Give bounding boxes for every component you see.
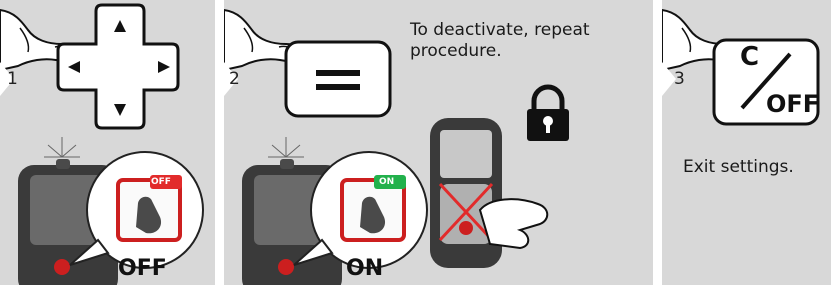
step-3-instruction: Exit settings. (683, 157, 794, 177)
step-2-state-label: ON (346, 256, 384, 281)
laser-device-icon (18, 137, 204, 285)
laser-device-icon (242, 137, 428, 285)
clear-key-label: C (740, 42, 760, 72)
lock-icon (527, 84, 569, 141)
step-2-instruction: To deactivate, repeat procedure. (410, 20, 590, 61)
step-3-panel: C OFF 3 Exit settings. (662, 0, 831, 285)
step-1-state-label: OFF (118, 256, 167, 281)
off-key-label: OFF (766, 90, 820, 118)
step-3-number: 3 (674, 69, 685, 89)
step-1-number: 1 (7, 69, 18, 89)
navigation-pad-icon[interactable] (40, 2, 180, 132)
equals-key-icon[interactable] (284, 40, 394, 120)
step-1-panel: 1 OFF OFF (0, 0, 215, 285)
step-2-panel: 2 To deactivate, repeat procedure. ON ON (224, 0, 653, 285)
step-1-badge-text: OFF (151, 177, 171, 187)
step-2-number: 2 (229, 69, 240, 89)
step-2-badge-text: ON (379, 177, 395, 187)
